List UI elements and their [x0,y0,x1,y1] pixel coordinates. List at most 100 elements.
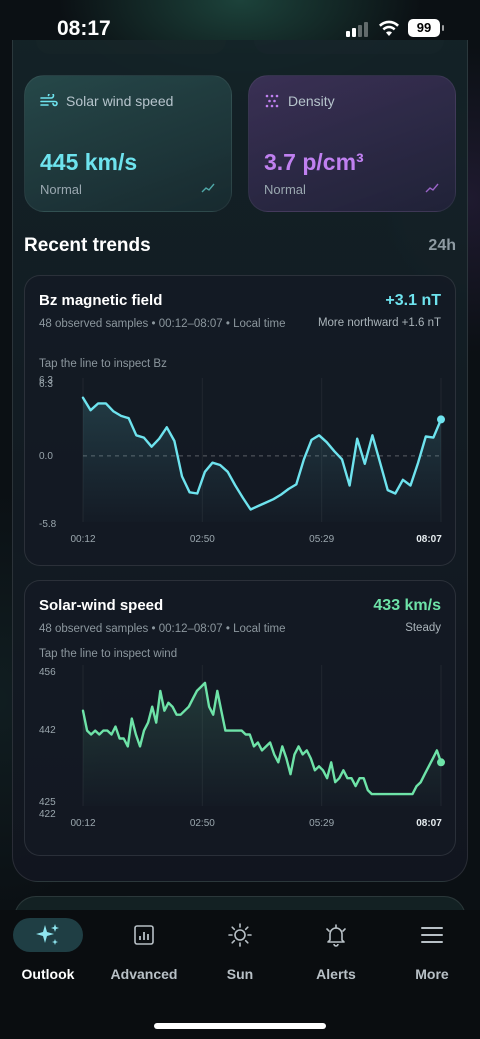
data-point[interactable] [150,446,152,448]
data-point[interactable] [249,508,251,510]
data-point[interactable] [303,458,305,460]
data-point[interactable] [302,753,304,755]
data-point[interactable] [181,475,183,477]
data-point[interactable] [123,737,125,739]
data-point[interactable] [306,749,308,751]
data-point[interactable] [114,725,116,727]
data-point[interactable] [403,793,405,795]
data-point[interactable] [196,690,198,692]
data-point[interactable] [245,733,247,735]
data-point[interactable] [102,729,104,731]
data-point[interactable] [293,753,295,755]
latest-point[interactable] [437,758,445,767]
data-point[interactable] [425,435,427,437]
data-point[interactable] [318,765,320,767]
data-point[interactable] [367,789,369,791]
data-point[interactable] [163,710,165,712]
data-point[interactable] [394,492,396,494]
data-point[interactable] [82,397,84,399]
data-point[interactable] [379,793,381,795]
data-point[interactable] [128,417,130,419]
data-point[interactable] [310,439,312,441]
data-point[interactable] [420,781,422,783]
data-point[interactable] [348,484,350,486]
data-point[interactable] [428,765,430,767]
data-point[interactable] [358,777,360,779]
tab-alerts[interactable]: Alerts [288,918,384,982]
data-point[interactable] [363,777,365,779]
data-point[interactable] [364,463,366,465]
data-point[interactable] [232,729,234,731]
range-selector[interactable]: 24h [428,237,456,255]
data-point[interactable] [94,729,96,731]
data-point[interactable] [326,441,328,443]
data-point[interactable] [89,409,91,411]
data-point[interactable] [356,438,358,440]
data-point[interactable] [204,471,206,473]
data-point[interactable] [208,706,210,708]
data-point[interactable] [277,761,279,763]
data-point[interactable] [407,793,409,795]
data-point[interactable] [249,733,251,735]
density-card[interactable]: Density 3.7 p/cm³ Normal [248,75,456,212]
data-point[interactable] [110,733,112,735]
tab-advanced[interactable]: Advanced [96,918,192,982]
data-point[interactable] [192,698,194,700]
data-point[interactable] [219,464,221,466]
data-point[interactable] [415,785,417,787]
data-point[interactable] [280,493,282,495]
data-point[interactable] [436,749,438,751]
data-point[interactable] [409,484,411,486]
data-point[interactable] [273,753,275,755]
tab-more[interactable]: More [384,918,480,982]
data-point[interactable] [236,729,238,731]
bz-chart[interactable]: 6.36.30.0-5.800:12 02:50 05:29 08:07 [25,276,457,567]
data-point[interactable] [200,686,202,688]
data-point[interactable] [158,438,160,440]
data-point[interactable] [285,757,287,759]
data-point[interactable] [196,492,198,494]
data-point[interactable] [391,793,393,795]
tab-sun[interactable]: Sun [192,918,288,982]
data-point[interactable] [98,733,100,735]
data-point[interactable] [253,745,255,747]
data-point[interactable] [346,777,348,779]
latest-point[interactable] [437,415,445,424]
data-point[interactable] [354,785,356,787]
tab-outlook[interactable]: Outlook [0,918,96,982]
data-point[interactable] [216,690,218,692]
data-point[interactable] [82,710,84,712]
data-point[interactable] [179,714,181,716]
data-point[interactable] [318,434,320,436]
data-point[interactable] [333,450,335,452]
data-point[interactable] [139,745,141,747]
data-point[interactable] [135,434,137,436]
data-point[interactable] [424,773,426,775]
data-point[interactable] [375,793,377,795]
data-point[interactable] [173,440,175,442]
data-point[interactable] [411,793,413,795]
data-point[interactable] [432,436,434,438]
data-point[interactable] [289,773,291,775]
data-point[interactable] [120,415,122,417]
data-point[interactable] [90,733,92,735]
data-point[interactable] [326,777,328,779]
data-point[interactable] [417,462,419,464]
data-point[interactable] [212,714,214,716]
data-point[interactable] [227,471,229,473]
data-point[interactable] [97,402,99,404]
data-point[interactable] [269,741,271,743]
data-point[interactable] [171,706,173,708]
data-point[interactable] [127,745,129,747]
data-point[interactable] [224,729,226,731]
data-point[interactable] [257,741,259,743]
data-point[interactable] [342,769,344,771]
data-point[interactable] [112,410,114,412]
wind-chart[interactable]: 456 442 425422 00:12 02:50 05:29 08:07 [25,581,457,857]
data-point[interactable] [147,721,149,723]
data-point[interactable] [295,483,297,485]
data-point[interactable] [257,505,259,507]
data-point[interactable] [432,757,434,759]
data-point[interactable] [241,729,243,731]
data-point[interactable] [151,706,153,708]
